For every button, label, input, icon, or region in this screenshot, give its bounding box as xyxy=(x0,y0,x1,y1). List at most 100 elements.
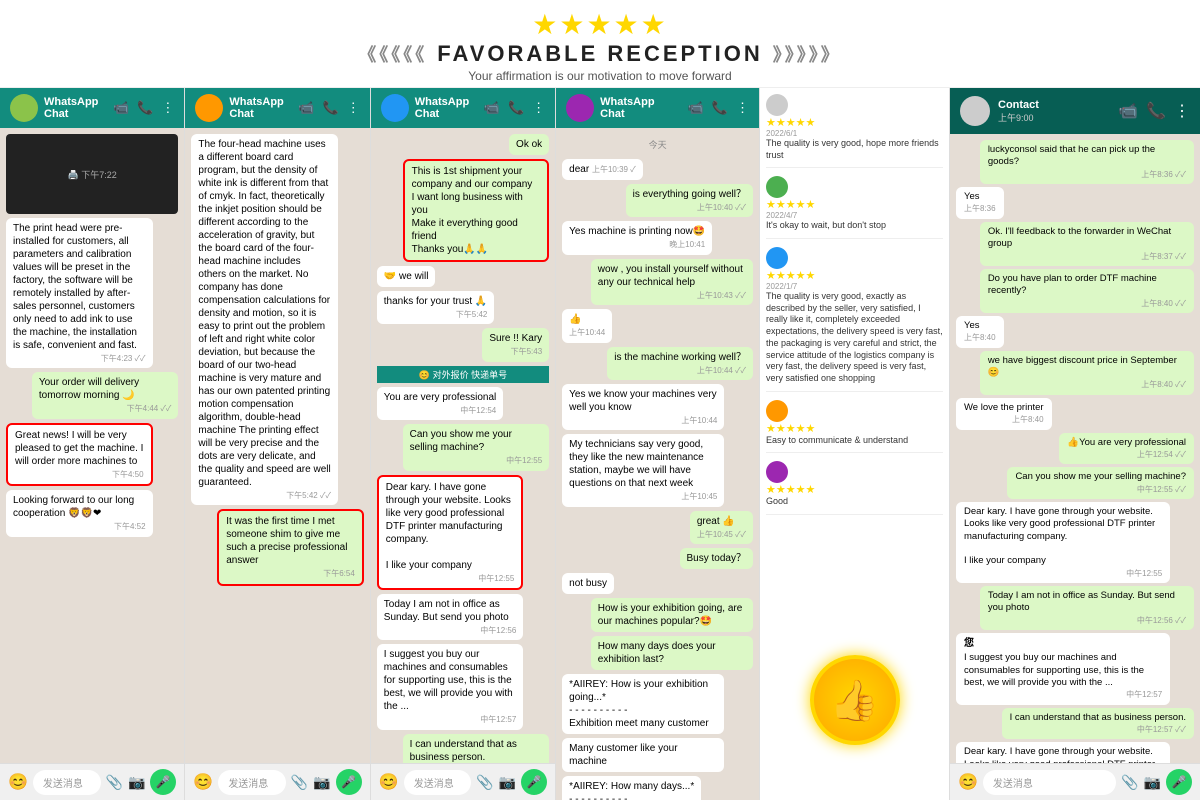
more-icon-5[interactable]: ⋮ xyxy=(1174,101,1190,121)
video-icon-4[interactable]: 📹 xyxy=(688,100,704,116)
star-rating: ★★★★★ xyxy=(0,8,1200,41)
call-icon-2[interactable]: 📞 xyxy=(323,100,339,116)
message-input-5[interactable]: 发送消息 xyxy=(983,770,1116,795)
reviews-panel: ★★★★★ 2022/6/1 The quality is very good,… xyxy=(760,88,950,800)
msg-3-sunday: Today I am not in office as Sunday. But … xyxy=(377,594,524,640)
chat-panel-1: WhatsApp Chat 📹 📞 ⋮ 🖨️ 下午7:22 The print … xyxy=(0,88,185,800)
attach-icon-5[interactable]: 📎 xyxy=(1121,774,1138,791)
msg-3-shipment: This is 1st shipment your company and ou… xyxy=(403,159,550,262)
camera-icon-3[interactable]: 📷 xyxy=(499,774,516,791)
msg-5-dear-kary: Dear kary. I have gone through your webs… xyxy=(956,502,1170,583)
message-input-1[interactable]: 发送消息 xyxy=(33,770,101,795)
msg-3-sure: Sure !! Kary 下午5:43 xyxy=(482,328,549,361)
review-item-3: ★★★★★ 2022/1/7 The quality is very good,… xyxy=(766,247,943,392)
thumbs-up-icon: 👍 xyxy=(810,655,900,745)
send-button-3[interactable]: 🎤 xyxy=(521,769,547,795)
chat-icons-4: 📹 📞 ⋮ xyxy=(688,100,749,116)
review-stars-5: ★★★★★ xyxy=(766,483,943,496)
msg-3-dear: Dear kary. I have gone through your webs… xyxy=(377,475,524,590)
message-input-2[interactable]: 发送消息 xyxy=(218,770,286,795)
more-icon[interactable]: ⋮ xyxy=(161,100,174,116)
chat-name-1: WhatsApp Chat xyxy=(44,96,107,120)
contact-status-5: 上午9:00 xyxy=(998,111,1118,124)
more-icon-2[interactable]: ⋮ xyxy=(347,100,360,116)
review-stars-2: ★★★★★ xyxy=(766,198,943,211)
avatar-5 xyxy=(960,96,990,126)
msg-1-4: Looking forward to our long cooperation … xyxy=(6,490,153,536)
call-icon[interactable]: 📞 xyxy=(137,100,153,116)
contact-info-5: Contact 上午9:00 xyxy=(990,99,1118,124)
contact-name-5: Contact xyxy=(998,99,1118,111)
review-text-5: Good xyxy=(766,496,943,508)
msg-1-3: Great news! I will be very pleased to ge… xyxy=(6,423,153,486)
send-button-2[interactable]: 🎤 xyxy=(336,769,362,795)
send-button-1[interactable]: 🎤 xyxy=(150,769,176,795)
emoji-icon-2[interactable]: 😊 xyxy=(193,772,213,792)
msg-2-2: It was the first time I met someone shim… xyxy=(217,509,364,585)
review-stars-4: ★★★★★ xyxy=(766,422,943,435)
chat-panel-3: WhatsApp Chat 📹 📞 ⋮ Ok ok This is 1st sh… xyxy=(371,88,556,800)
emoji-icon-3[interactable]: 😊 xyxy=(379,772,399,792)
header-icons-5: 📹 📞 ⋮ xyxy=(1118,101,1190,121)
send-button-5[interactable]: 🎤 xyxy=(1166,769,1192,795)
chat-footer-1: 😊 发送消息 📎 📷 🎤 xyxy=(0,763,184,800)
review-date-1: 2022/6/1 xyxy=(766,129,943,138)
avatar-3 xyxy=(381,94,409,122)
chat-name-4: WhatsApp Chat xyxy=(600,96,681,120)
media-image: 🖨️ 下午7:22 xyxy=(6,134,178,214)
call-icon-3[interactable]: 📞 xyxy=(508,100,524,116)
msg-5-understand: I can understand that as business person… xyxy=(1002,708,1194,740)
thumbs-badge: 👍 xyxy=(810,655,900,745)
msg-5-sunday: Today I am not in office as Sunday. But … xyxy=(980,586,1194,630)
attach-icon-1[interactable]: 📎 xyxy=(106,774,123,791)
msg-4-busy: Busy today？ xyxy=(680,548,753,569)
chat-name-2: WhatsApp Chat xyxy=(229,96,292,120)
msg-1-2: Your order will delivery tomorrow mornin… xyxy=(32,372,179,418)
msg-4-working: is the machine working well？上午10:44 ✓✓ xyxy=(607,347,753,380)
more-icon-3[interactable]: ⋮ xyxy=(532,100,545,116)
msg-4-wow: wow , you install yourself without any o… xyxy=(591,259,753,305)
emoji-icon-1[interactable]: 😊 xyxy=(8,772,28,792)
chat-body-2: The four-head machine uses a different b… xyxy=(185,128,369,763)
msg-5-professional: 👍You are very professional 上午12:54 ✓✓ xyxy=(1059,433,1194,465)
chat-footer-2: 😊 发送消息 📎 📷 🎤 xyxy=(185,763,369,800)
msg-1-1: The print head were pre-installed for cu… xyxy=(6,218,153,368)
video-icon-5[interactable]: 📹 xyxy=(1118,101,1138,121)
call-icon-4[interactable]: 📞 xyxy=(712,100,728,116)
main-title: 《《《《《 FAVORABLE RECEPTION 》》》》》 xyxy=(0,41,1200,67)
main-content: WhatsApp Chat 📹 📞 ⋮ 🖨️ 下午7:22 The print … xyxy=(0,88,1200,800)
camera-icon-1[interactable]: 📷 xyxy=(128,774,145,791)
review-date-3: 2022/1/7 xyxy=(766,282,943,291)
msg-3-ok: Ok ok xyxy=(509,134,549,155)
chat-icons-1: 📹 📞 ⋮ xyxy=(113,100,174,116)
chat-panel-5: Contact 上午9:00 📹 📞 ⋮ luckyconsol said th… xyxy=(950,88,1200,800)
chat-header-2: WhatsApp Chat 📹 📞 ⋮ xyxy=(185,88,369,128)
subtitle-text: Your affirmation is our motivation to mo… xyxy=(0,69,1200,83)
more-icon-4[interactable]: ⋮ xyxy=(736,100,749,116)
video-icon[interactable]: 📹 xyxy=(113,100,129,116)
msg-4-notbusy: not busy xyxy=(562,573,614,594)
msg-4-dear: dear 上午10:39 ✓ xyxy=(562,159,643,180)
msg-5-discount: we have biggest discount price in Septem… xyxy=(980,351,1194,395)
msg-5-suggest: 您 I suggest you buy our machines and con… xyxy=(956,633,1170,704)
chat-panel-4: WhatsApp Chat 📹 📞 ⋮ 今天 dear 上午10:39 ✓ is… xyxy=(556,88,760,800)
avatar-1 xyxy=(10,94,38,122)
video-icon-3[interactable]: 📹 xyxy=(484,100,500,116)
chat-body-4: 今天 dear 上午10:39 ✓ is everything going we… xyxy=(556,128,759,800)
msg-3-thanks: thanks for your trust 🙏 下午5:42 xyxy=(377,291,495,324)
review-text-3: The quality is very good, exactly as des… xyxy=(766,291,943,385)
attach-icon-3[interactable]: 📎 xyxy=(476,774,493,791)
msg-4-thumbs: 👍上午10:44 xyxy=(562,309,612,342)
review-avatar-3 xyxy=(766,247,788,269)
emoji-icon-5[interactable]: 😊 xyxy=(958,772,978,792)
message-input-3[interactable]: 发送消息 xyxy=(404,770,472,795)
camera-icon-5[interactable]: 📷 xyxy=(1144,774,1161,791)
msg-4-meet: *AIIREY: How is your exhibition going...… xyxy=(562,674,724,734)
video-icon-2[interactable]: 📹 xyxy=(298,100,314,116)
attach-icon-2[interactable]: 📎 xyxy=(291,774,308,791)
msg-5-yes1: Yes 上午8:36 xyxy=(956,187,1004,219)
camera-icon-2[interactable]: 📷 xyxy=(313,774,330,791)
chat-header-3: WhatsApp Chat 📹 📞 ⋮ xyxy=(371,88,555,128)
review-text-2: It's okay to wait, but don't stop xyxy=(766,220,943,232)
call-icon-5[interactable]: 📞 xyxy=(1146,101,1166,121)
